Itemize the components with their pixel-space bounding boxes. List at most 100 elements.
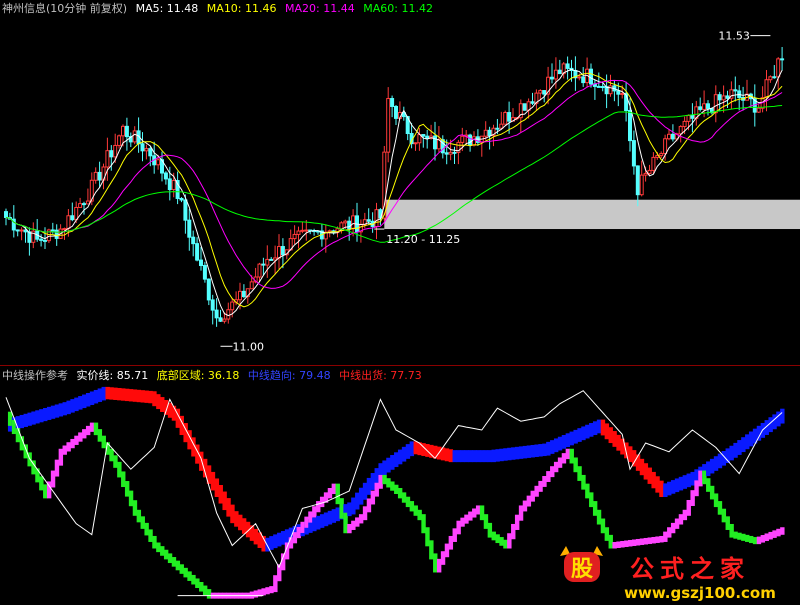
exit-segment	[639, 538, 645, 545]
candle-body	[659, 153, 664, 157]
candle-body	[581, 76, 586, 84]
exit-segment	[760, 535, 766, 543]
trend-segment	[717, 453, 723, 469]
trend-segment	[522, 445, 528, 459]
exit-segment	[776, 528, 781, 537]
exit-segment	[417, 509, 422, 521]
exit-segment	[663, 531, 668, 542]
exit-segment	[452, 528, 457, 542]
trend-segment	[82, 394, 87, 409]
candle-body	[628, 110, 632, 142]
chart-title: 神州信息(10分钟 前复权)	[2, 2, 128, 15]
candle-body	[725, 95, 730, 99]
trend-segment	[316, 515, 321, 530]
exit-segment	[780, 527, 785, 535]
exit-segment	[339, 498, 344, 519]
exit-segment	[386, 478, 391, 488]
exit-segment	[655, 536, 660, 543]
exit-segment	[752, 537, 758, 545]
trend-segment	[674, 478, 680, 493]
trend-segment	[553, 438, 559, 453]
trend-segment	[234, 511, 239, 527]
exit-segment	[592, 501, 598, 516]
exit-segment	[199, 582, 204, 592]
candle-body	[690, 114, 695, 119]
trend-segment	[62, 402, 67, 416]
exit-segment	[577, 466, 582, 481]
candle-body	[214, 309, 219, 319]
exit-segment	[713, 493, 719, 508]
candle-body	[499, 123, 504, 129]
candle-body	[678, 126, 683, 135]
exit-segment	[261, 588, 266, 596]
candle-body	[721, 95, 726, 101]
candle-body	[713, 94, 718, 114]
exit-segment	[647, 537, 652, 544]
exit-segment	[694, 480, 699, 497]
exit-segment	[569, 448, 574, 464]
candle-body	[780, 58, 785, 61]
exit-segment	[468, 511, 473, 521]
exit-segment	[163, 549, 169, 560]
exit-segment	[596, 509, 602, 525]
candle-body	[413, 142, 418, 145]
trend-segment	[635, 454, 641, 471]
exit-segment	[635, 538, 641, 546]
trend-segment	[713, 456, 719, 471]
exit-segment	[128, 490, 134, 507]
exit-segment	[483, 514, 489, 529]
trend-segment	[616, 434, 621, 451]
exit-segment	[202, 585, 208, 596]
exit-segment	[534, 485, 539, 497]
exit-segment	[756, 536, 762, 545]
legend-ma10: MA10: 11.46	[206, 2, 277, 15]
top-legend: 神州信息(10分钟 前复权) MA5: 11.48 MA10: 11.46 MA…	[2, 2, 438, 16]
exit-segment	[682, 509, 688, 521]
exit-segment	[530, 490, 535, 502]
legend-exit-line: 中线出货: 77.73	[339, 369, 422, 382]
trend-segment	[585, 424, 590, 439]
trend-segment	[386, 457, 391, 473]
exit-segment	[413, 505, 418, 516]
trend-segment	[50, 405, 56, 419]
candle-body	[230, 301, 235, 311]
trend-segment	[27, 412, 32, 426]
candle-body	[179, 197, 184, 201]
exit-segment	[206, 589, 212, 599]
trend-segment	[503, 448, 508, 461]
exit-segment	[690, 490, 695, 506]
trend-segment	[140, 390, 145, 403]
candle-body	[577, 76, 582, 79]
candle-body	[589, 68, 593, 85]
candle-body	[15, 229, 20, 232]
trend-segment	[550, 440, 555, 454]
trend-segment	[273, 534, 278, 549]
trend-segment	[156, 394, 161, 410]
trend-segment	[596, 419, 602, 434]
exit-segment	[85, 425, 91, 436]
exit-segment	[620, 540, 625, 548]
trend-segment	[66, 400, 71, 415]
candle-body	[113, 144, 118, 158]
exit-segment	[628, 539, 633, 547]
legend-price-line: 实价线: 85.71	[76, 369, 149, 382]
trend-segment	[160, 397, 165, 412]
exit-segment	[518, 505, 524, 521]
trend-segment	[280, 531, 286, 545]
exit-segment	[487, 522, 493, 538]
candle-body	[78, 203, 83, 208]
exit-segment	[269, 586, 274, 594]
exit-segment	[678, 514, 684, 525]
candle-body	[639, 174, 644, 196]
trend-segment	[682, 475, 688, 489]
exit-segment	[709, 485, 715, 500]
trend-segment	[518, 446, 524, 459]
candle-body	[117, 135, 122, 146]
candle-body	[195, 243, 200, 261]
trend-segment	[530, 444, 535, 458]
exit-segment	[674, 518, 680, 529]
exit-segment	[405, 496, 411, 508]
trend-segment	[600, 419, 606, 436]
trend-segment	[452, 450, 457, 463]
exit-segment	[50, 470, 56, 488]
